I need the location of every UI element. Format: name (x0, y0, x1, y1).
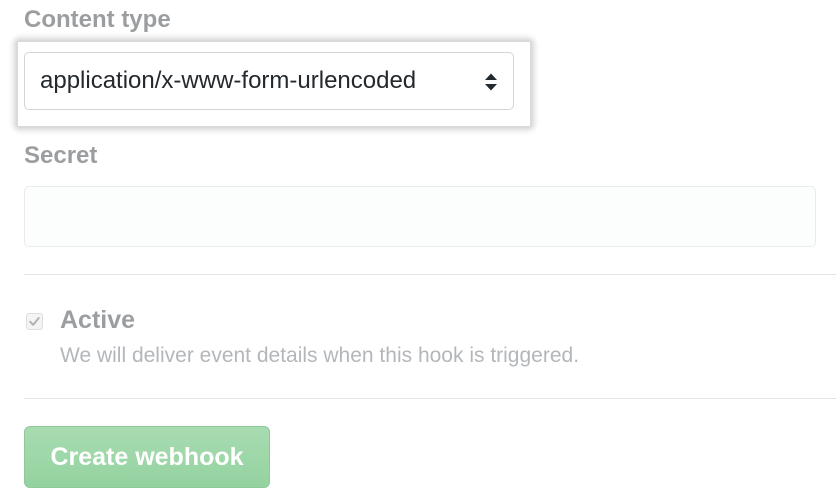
select-arrows-icon (485, 73, 497, 91)
content-type-select-value: application/x-www-form-urlencoded (40, 67, 417, 94)
content-type-select[interactable]: application/x-www-form-urlencoded (24, 52, 514, 110)
active-label: Active (60, 306, 136, 334)
secret-label: Secret (24, 142, 98, 169)
active-checkbox[interactable] (26, 313, 43, 330)
create-webhook-button[interactable]: Create webhook (24, 426, 270, 488)
secret-input[interactable] (24, 186, 816, 247)
checkmark-icon (29, 317, 40, 326)
content-type-label: Content type (24, 6, 171, 33)
divider (24, 398, 836, 399)
active-description: We will deliver event details when this … (60, 344, 580, 367)
divider (24, 274, 836, 275)
